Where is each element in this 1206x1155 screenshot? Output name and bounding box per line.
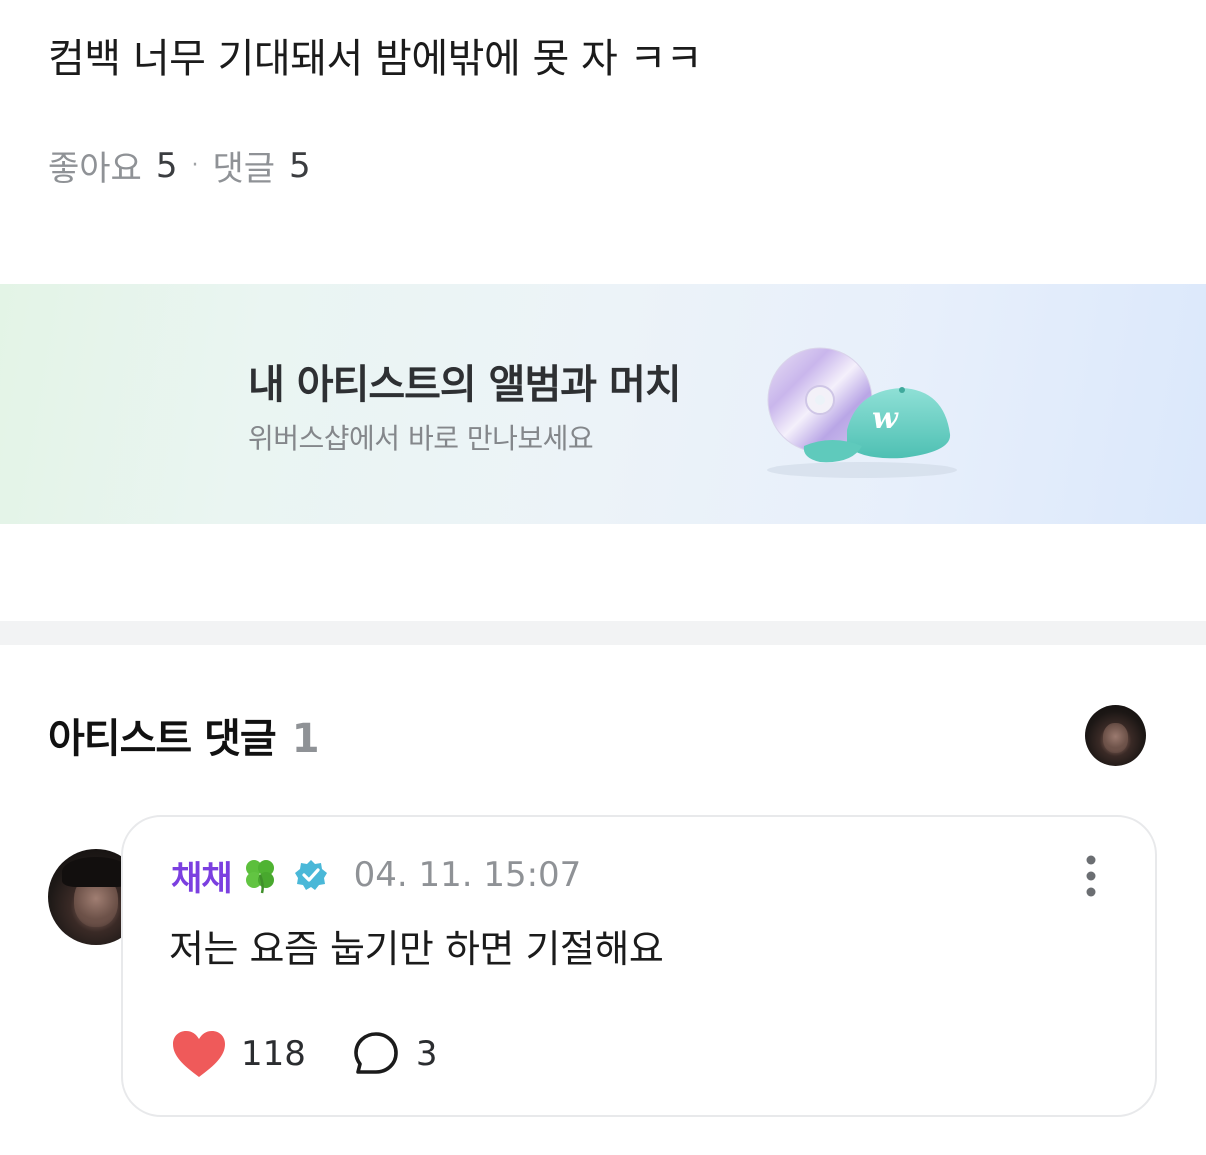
svg-text:w: w: [872, 401, 899, 436]
post-stats: 좋아요 5 · 댓글 5: [48, 141, 311, 190]
four-leaf-clover-icon: [245, 860, 274, 894]
heart-icon[interactable]: [171, 1029, 227, 1079]
more-options-icon[interactable]: [1085, 855, 1097, 897]
artist-comment-card: 채채 04. 11. 15:07 저는 요즘 눕기만 하면 기절해요 118 3: [121, 815, 1157, 1117]
artist-comments-header: 아티스트 댓글 1: [48, 706, 320, 764]
shop-banner[interactable]: 내 아티스트의 앨범과 머치 위버스샵에서 바로 만나보세요 w: [0, 284, 1206, 524]
likes-count[interactable]: 5: [156, 146, 178, 186]
banner-title: 내 아티스트의 앨범과 머치: [248, 362, 682, 408]
like-count: 118: [241, 1034, 306, 1074]
album-cap-illustration: w: [767, 347, 957, 478]
reply-bubble-icon[interactable]: [352, 1030, 400, 1078]
section-count: 1: [291, 716, 320, 762]
likes-label[interactable]: 좋아요: [48, 141, 142, 190]
comments-label[interactable]: 댓글: [212, 141, 275, 190]
comment-author-row: 채채 04. 11. 15:07: [171, 851, 582, 900]
post-detail-page: 컴백 너무 기대돼서 밤에밖에 못 자 ㅋㅋ 좋아요 5 · 댓글 5 내 아티…: [0, 0, 1206, 1155]
banner-subtitle: 위버스샵에서 바로 만나보세요: [248, 422, 594, 455]
stats-separator: ·: [191, 153, 199, 178]
post-text: 컴백 너무 기대돼서 밤에밖에 못 자 ㅋㅋ: [48, 36, 703, 82]
reply-count: 3: [415, 1034, 438, 1074]
comment-actions: 118 3: [171, 1029, 438, 1079]
artist-avatar-small[interactable]: [1085, 705, 1146, 766]
comment-author-name[interactable]: 채채: [171, 851, 233, 900]
comment-timestamp: 04. 11. 15:07: [353, 855, 582, 895]
comments-count[interactable]: 5: [289, 146, 311, 186]
section-title: 아티스트 댓글: [48, 716, 277, 762]
verified-badge-icon: [294, 860, 327, 890]
section-divider: [0, 621, 1206, 645]
comment-body: 저는 요즘 눕기만 하면 기절해요: [169, 927, 664, 971]
